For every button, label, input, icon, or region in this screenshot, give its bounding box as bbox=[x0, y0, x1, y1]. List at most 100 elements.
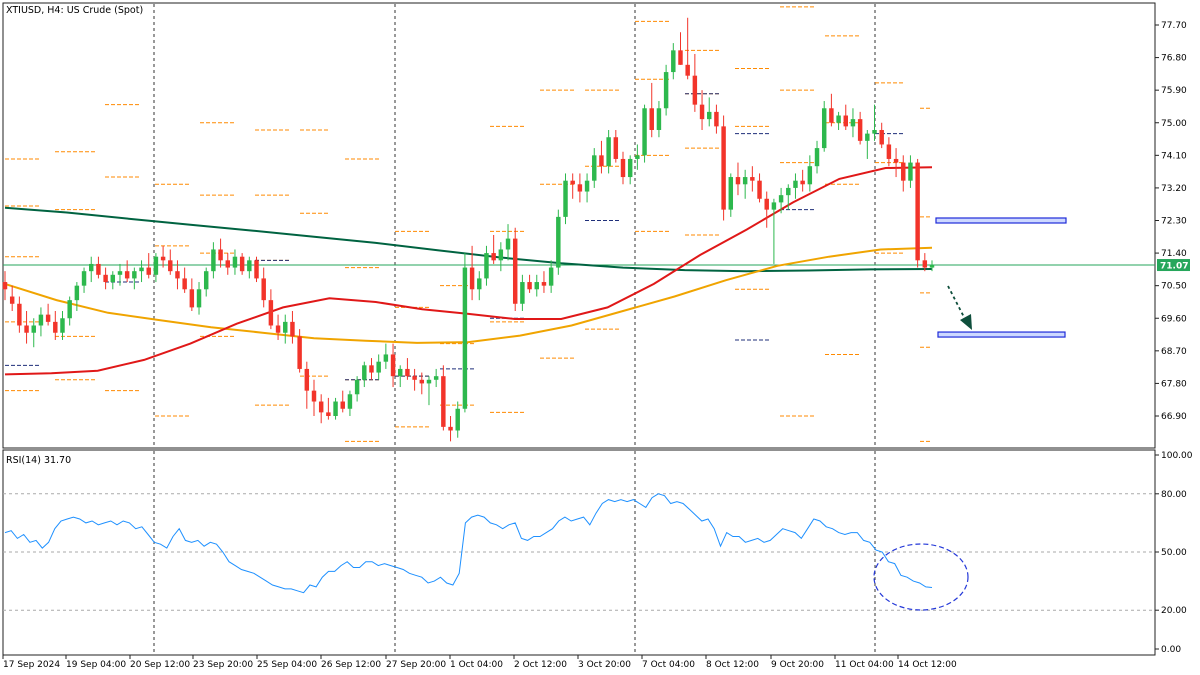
candle-body bbox=[793, 180, 798, 188]
rsi-tick-label: 0.00 bbox=[1161, 645, 1181, 655]
candle-body bbox=[857, 119, 863, 141]
candle-body bbox=[182, 278, 187, 290]
candle bbox=[721, 115, 726, 221]
candle-body bbox=[81, 271, 87, 286]
candle-body bbox=[807, 166, 813, 185]
candle bbox=[512, 227, 518, 312]
price-tick-label: 75.00 bbox=[1161, 119, 1187, 129]
price-tick-label: 74.10 bbox=[1161, 151, 1187, 161]
candle-body bbox=[865, 133, 870, 141]
candle-body bbox=[800, 180, 805, 185]
candle-body bbox=[635, 155, 640, 159]
candle-body bbox=[225, 260, 230, 268]
time-tick-label: 25 Sep 04:00 bbox=[257, 660, 317, 670]
rsi-tick-label: 100.00 bbox=[1161, 451, 1193, 461]
candle-body bbox=[477, 278, 482, 290]
candle-body bbox=[426, 379, 432, 384]
candle-body bbox=[333, 401, 338, 416]
time-tick-label: 3 Oct 20:00 bbox=[578, 660, 631, 670]
rsi-tick-label: 80.00 bbox=[1161, 490, 1187, 500]
candle-body bbox=[2, 282, 8, 290]
candle-body bbox=[922, 260, 928, 268]
candle-body bbox=[326, 412, 331, 416]
price-tick-label: 77.70 bbox=[1161, 21, 1187, 31]
candle-body bbox=[678, 50, 683, 65]
time-tick-label: 2 Oct 12:00 bbox=[514, 660, 567, 670]
candle-body bbox=[692, 75, 698, 105]
candle-body bbox=[369, 365, 374, 373]
candle-body bbox=[110, 274, 116, 283]
time-tick-label: 7 Oct 04:00 bbox=[642, 660, 695, 670]
candle-body bbox=[901, 162, 906, 181]
candle-body bbox=[67, 300, 72, 319]
candle-body bbox=[929, 265, 935, 268]
candle-body bbox=[786, 187, 791, 196]
time-tick-label: 19 Sep 04:00 bbox=[66, 660, 126, 670]
candle-body bbox=[441, 376, 446, 427]
candle-body bbox=[620, 158, 626, 178]
candle-body bbox=[606, 137, 611, 167]
candle-body bbox=[764, 198, 769, 210]
candle bbox=[556, 209, 561, 275]
candle-body bbox=[462, 267, 468, 409]
candle-body bbox=[814, 148, 820, 167]
candle-body bbox=[843, 115, 848, 127]
candle-body bbox=[505, 238, 511, 250]
candle bbox=[915, 158, 920, 268]
candle bbox=[642, 104, 647, 163]
candle-body bbox=[311, 390, 317, 402]
chart-svg: 77.70 76.80 75.90 75.00 74.10 73.20 72.30 71.40… bbox=[2, 2, 1193, 670]
candle-body bbox=[699, 104, 705, 120]
candle-body bbox=[771, 202, 777, 210]
rsi-tick-label: 50.00 bbox=[1161, 548, 1187, 558]
candle-body bbox=[836, 115, 841, 123]
candle-body bbox=[283, 321, 288, 333]
candle-body bbox=[383, 354, 389, 362]
price-tick-label: 72.30 bbox=[1161, 217, 1187, 227]
candle bbox=[821, 101, 827, 152]
candle-body bbox=[484, 253, 489, 279]
candle-body bbox=[124, 271, 130, 279]
candle-body bbox=[354, 379, 360, 395]
candle-body bbox=[24, 325, 29, 333]
price-tick-label: 76.80 bbox=[1161, 54, 1187, 64]
candle-body bbox=[512, 238, 518, 304]
candle-body bbox=[390, 354, 396, 377]
time-tick-label: 23 Sep 20:00 bbox=[193, 660, 253, 670]
candle-body bbox=[642, 108, 647, 156]
candle-body bbox=[247, 260, 252, 272]
chart-title: XTIUSD, H4: US Crude (Spot) bbox=[6, 5, 143, 16]
time-tick-label: 11 Oct 04:00 bbox=[835, 660, 894, 670]
candle-body bbox=[872, 129, 877, 134]
candle-body bbox=[548, 267, 554, 286]
time-tick-label: 27 Sep 20:00 bbox=[386, 660, 446, 670]
price-tick-label: 67.80 bbox=[1161, 379, 1187, 389]
candle-body bbox=[671, 50, 676, 73]
candle-body bbox=[31, 325, 36, 333]
candle-body bbox=[175, 271, 180, 279]
candle-body bbox=[45, 314, 51, 322]
candle-body bbox=[74, 285, 80, 301]
time-tick-label: 1 Oct 04:00 bbox=[450, 660, 503, 670]
lower-zone bbox=[937, 331, 1066, 338]
candle-body bbox=[821, 108, 827, 149]
candle-body bbox=[268, 300, 274, 326]
rsi-tick-label: 20.00 bbox=[1161, 606, 1187, 616]
candle bbox=[663, 64, 669, 116]
candle-body bbox=[563, 180, 568, 217]
time-tick-label: 9 Oct 20:00 bbox=[771, 660, 824, 670]
candle-body bbox=[613, 137, 619, 159]
candle-body bbox=[340, 401, 345, 409]
candle-body bbox=[60, 318, 65, 333]
candle-body bbox=[347, 394, 353, 409]
candle bbox=[254, 256, 259, 283]
candle-body bbox=[232, 256, 238, 268]
time-tick-label: 14 Oct 12:00 bbox=[898, 660, 957, 670]
candle-body bbox=[419, 379, 425, 384]
candle-body bbox=[627, 158, 633, 178]
candle-body bbox=[153, 256, 159, 275]
candle-body bbox=[261, 278, 266, 301]
candle-body bbox=[405, 368, 410, 377]
candle-body bbox=[757, 180, 762, 199]
candle-body bbox=[721, 126, 726, 210]
